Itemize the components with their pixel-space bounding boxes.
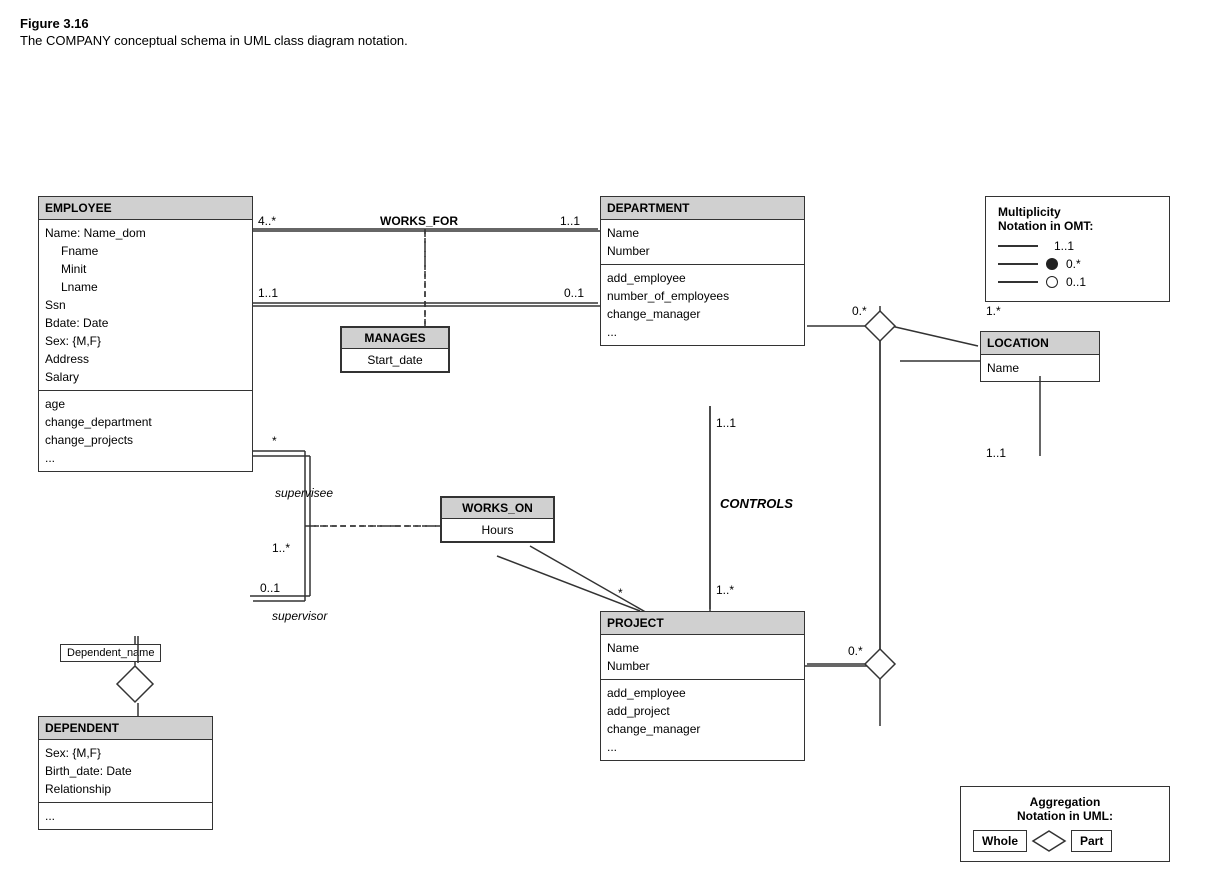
manages-class: MANAGES Start_date <box>340 326 450 373</box>
notation-line-1 <box>998 245 1038 247</box>
dependent-attributes: Sex: {M,F} Birth_date: Date Relationship <box>39 740 212 803</box>
dependent-class: DEPENDENT Sex: {M,F} Birth_date: Date Re… <box>38 716 213 830</box>
dept-location-mult: 0.* <box>852 304 867 318</box>
location-dept-mult: 1.* <box>986 304 1001 318</box>
department-methods: add_employee number_of_employees change_… <box>601 265 804 345</box>
dependent-methods: ... <box>39 803 212 829</box>
notation-line-3 <box>998 281 1038 283</box>
workson-emp-mult: 1..* <box>272 541 290 555</box>
supervision-01: 0..1 <box>260 581 280 595</box>
employee-attributes: Name: Name_dom Fname Minit Lname Ssn Bda… <box>39 220 252 391</box>
employee-header: EMPLOYEE <box>39 197 252 220</box>
supervision-star: * <box>272 434 277 448</box>
part-box: Part <box>1071 830 1112 852</box>
project-class: PROJECT Name Number add_employee add_pro… <box>600 611 805 761</box>
supervisor-label: supervisor <box>272 609 327 623</box>
figure-title: Figure 3.16 <box>20 16 1186 31</box>
notation-title: Multiplicity Notation in OMT: <box>998 205 1157 233</box>
notation-row-11: 1..1 <box>998 239 1157 253</box>
works-for-emp-mult: 4..* <box>258 214 276 228</box>
notation-label-0star: 0.* <box>1066 257 1081 271</box>
aggregation-diamond-icon <box>1031 829 1067 853</box>
manages-attributes: Start_date <box>342 349 448 371</box>
location-attributes: Name <box>981 355 1099 381</box>
aggregation-title: Aggregation Notation in UML: <box>973 795 1157 823</box>
dependent-name-label: Dependent_name <box>60 644 161 662</box>
department-header: DEPARTMENT <box>601 197 804 220</box>
employee-class: EMPLOYEE Name: Name_dom Fname Minit Lnam… <box>38 196 253 472</box>
whole-box: Whole <box>973 830 1027 852</box>
workson-class: WORKS_ON Hours <box>440 496 555 543</box>
controls-label: CONTROLS <box>720 496 793 511</box>
supervisee-label: supervisee <box>275 486 333 500</box>
figure-caption: The COMPANY conceptual schema in UML cla… <box>20 33 1186 48</box>
manages-dept-mult: 0..1 <box>564 286 584 300</box>
notation-label-11: 1..1 <box>1054 239 1074 253</box>
notation-label-01: 0..1 <box>1066 275 1086 289</box>
dependent-header: DEPENDENT <box>39 717 212 740</box>
department-attributes: Name Number <box>601 220 804 265</box>
notation-line-2 <box>998 263 1038 265</box>
notation-row-01: 0..1 <box>998 275 1157 289</box>
project-methods: add_employee add_project change_manager … <box>601 680 804 760</box>
location-class: LOCATION Name <box>980 331 1100 382</box>
diagram-area: EMPLOYEE Name: Name_dom Fname Minit Lnam… <box>20 66 1180 866</box>
department-class: DEPARTMENT Name Number add_employee numb… <box>600 196 805 346</box>
dependent-diamond <box>115 666 155 706</box>
notation-dot <box>1046 258 1058 270</box>
workson-header: WORKS_ON <box>442 498 553 519</box>
proj-location-mult: 0.* <box>848 644 863 658</box>
works-for-dept-mult: 1..1 <box>560 214 580 228</box>
location-header: LOCATION <box>981 332 1099 355</box>
project-header: PROJECT <box>601 612 804 635</box>
aggregation-row: Whole Part <box>973 829 1157 853</box>
workson-proj-mult: * <box>618 586 623 600</box>
location-proj-mult: 1..1 <box>986 446 1006 460</box>
workson-attributes: Hours <box>442 519 553 541</box>
notation-circle <box>1046 276 1058 288</box>
multiplicity-notation-box: Multiplicity Notation in OMT: 1..1 0.* 0… <box>985 196 1170 302</box>
aggregation-notation-box: Aggregation Notation in UML: Whole Part <box>960 786 1170 862</box>
employee-methods: age change_department change_projects ..… <box>39 391 252 471</box>
controls-dept-mult: 1..1 <box>716 416 736 430</box>
notation-row-0star: 0.* <box>998 257 1157 271</box>
project-attributes: Name Number <box>601 635 804 680</box>
manages-emp-mult: 1..1 <box>258 286 278 300</box>
works-for-label: WORKS_FOR <box>380 214 458 228</box>
manages-header: MANAGES <box>342 328 448 349</box>
controls-proj-mult: 1..* <box>716 583 734 597</box>
